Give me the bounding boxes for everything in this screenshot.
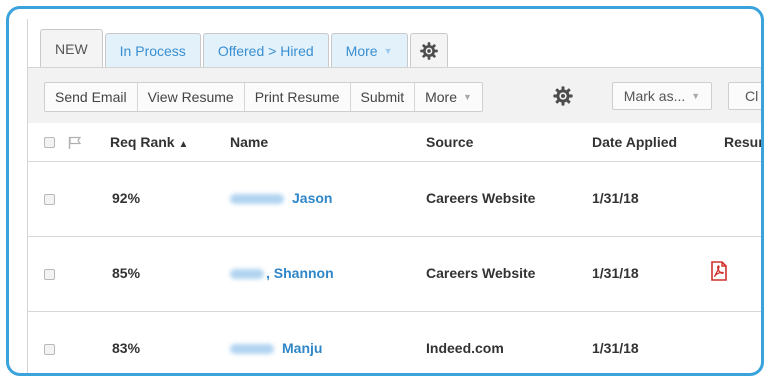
tab-offered-hired[interactable]: Offered > Hired [202, 33, 329, 67]
candidate-first-name: Shannon [273, 265, 334, 281]
tab-label: Offered > Hired [217, 42, 314, 59]
name-separator: , [266, 265, 270, 281]
tab-in-process[interactable]: In Process [104, 33, 201, 67]
submit-button[interactable]: Submit [351, 83, 416, 111]
source-cell: Careers Website [426, 265, 536, 281]
sort-ascending-icon: ▲ [178, 139, 189, 150]
candidate-name-link[interactable]: Jason [230, 190, 332, 206]
redacted-surname [230, 344, 274, 355]
view-resume-button[interactable]: View Resume [138, 83, 245, 111]
status-tabs: NEW In Process Offered > Hired More ▼ [40, 29, 450, 67]
gear-icon [553, 86, 573, 106]
action-button-group: Send Email View Resume Print Resume Subm… [44, 82, 483, 112]
tab-new[interactable]: NEW [40, 29, 103, 67]
flag-icon[interactable] [68, 136, 82, 149]
candidate-panel: NEW In Process Offered > Hired More ▼ Se… [27, 19, 761, 373]
clipped-button[interactable]: Cl [728, 82, 761, 110]
column-header-date-applied[interactable]: Date Applied [592, 134, 677, 150]
table-row[interactable]: 85% , Shannon Careers Website 1/31/18 [28, 237, 761, 312]
row-checkbox[interactable] [44, 269, 55, 280]
redacted-surname [230, 194, 284, 205]
tab-label: In Process [119, 42, 186, 59]
candidate-first-name: Manju [282, 340, 323, 356]
candidate-name-link[interactable]: , Shannon [230, 265, 334, 281]
more-label: More [425, 89, 458, 105]
row-checkbox[interactable] [44, 344, 55, 355]
source-cell: Indeed.com [426, 340, 504, 356]
column-header-source[interactable]: Source [426, 134, 473, 150]
more-actions-button[interactable]: More ▼ [415, 83, 482, 111]
toolbar-settings-button[interactable] [552, 85, 574, 107]
req-rank-cell: 92% [112, 190, 141, 206]
chevron-down-icon: ▼ [463, 92, 472, 102]
tab-more[interactable]: More ▼ [330, 33, 408, 67]
chevron-down-icon: ▼ [691, 91, 701, 101]
redacted-surname [230, 269, 264, 280]
screenshot-frame: NEW In Process Offered > Hired More ▼ Se… [6, 6, 764, 376]
send-email-button[interactable]: Send Email [45, 83, 138, 111]
action-toolbar: Send Email View Resume Print Resume Subm… [28, 67, 761, 125]
row-checkbox[interactable] [44, 194, 55, 205]
date-applied-cell: 1/31/18 [592, 190, 639, 206]
tab-settings-button[interactable] [409, 33, 448, 67]
print-resume-button[interactable]: Print Resume [245, 83, 351, 111]
select-all-checkbox[interactable] [44, 137, 55, 148]
req-rank-cell: 83% [112, 340, 141, 356]
gear-icon [419, 41, 438, 60]
req-rank-cell: 85% [112, 265, 141, 281]
mark-as-label: Mark as... [623, 88, 686, 104]
table-row[interactable]: 83% Manju Indeed.com 1/31/18 [28, 312, 761, 373]
candidate-first-name: Jason [292, 190, 333, 206]
source-cell: Careers Website [426, 190, 536, 206]
candidate-name-link[interactable]: Manju [230, 340, 322, 356]
column-header-req-rank[interactable]: Req Rank ▲ [110, 134, 188, 150]
column-header-name[interactable]: Name [230, 134, 268, 150]
date-applied-cell: 1/31/18 [592, 340, 639, 356]
column-header-resume[interactable]: Resur [724, 134, 761, 150]
chevron-down-icon: ▼ [383, 45, 393, 56]
date-applied-cell: 1/31/18 [592, 265, 639, 281]
pdf-icon[interactable] [710, 261, 728, 281]
tab-label: More [345, 42, 378, 59]
table-row[interactable]: 92% Jason Careers Website 1/31/18 [28, 162, 761, 237]
mark-as-dropdown[interactable]: Mark as... ▼ [612, 82, 712, 110]
table-header: Req Rank ▲ Name Source Date Applied Resu… [28, 123, 761, 162]
tab-label: NEW [55, 40, 88, 57]
column-label: Req Rank [110, 134, 175, 150]
